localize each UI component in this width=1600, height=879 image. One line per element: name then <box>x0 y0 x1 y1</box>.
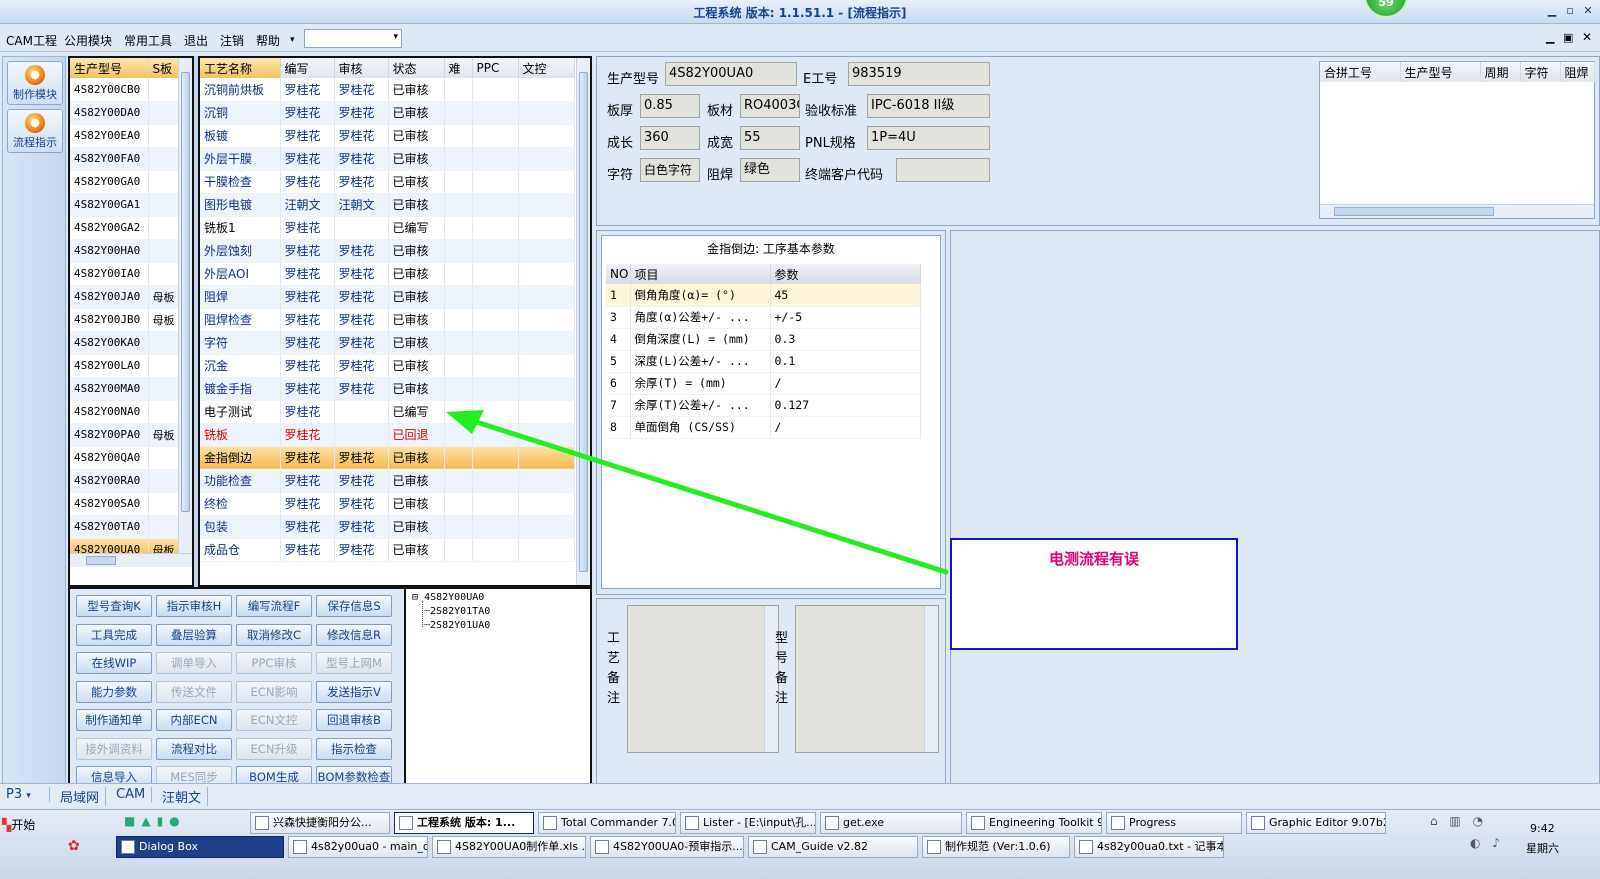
taskbar-item-label: get.exe <box>843 816 885 829</box>
taskbar-item[interactable]: 兴森快捷衡阳分公... <box>250 812 390 834</box>
taskbar-item[interactable]: CAM_Guide v2.82 <box>748 836 918 858</box>
app-icon <box>399 816 413 830</box>
taskbar-item-label: Graphic Editor 9.07b2... <box>1269 816 1385 829</box>
status-tab-label: P3 <box>6 787 23 802</box>
clock[interactable]: 9:42 <box>1530 822 1555 835</box>
taskbar-item[interactable]: 4s82y00ua0 - main_qa <box>288 836 428 858</box>
windows-icon: ▚ <box>2 818 12 832</box>
quicklaunch-icon[interactable]: ✿ <box>68 838 80 854</box>
taskbar-item-label: Progress <box>1129 816 1176 829</box>
taskbar-item-label: Total Commander 7.0... <box>561 816 675 829</box>
taskbar: ▚开始 ■▲▮● ✿ 兴森快捷衡阳分公... 工程系统 版本: 1... Total… <box>0 809 1600 879</box>
taskbar-item-label: 4S82Y00UA0制作单.xls ... <box>455 840 586 853</box>
app-icon <box>543 816 557 830</box>
app-icon <box>1251 816 1265 830</box>
annotation-arrow <box>446 410 949 575</box>
app-icon <box>927 840 941 854</box>
taskbar-item[interactable]: Dialog Box <box>116 836 284 858</box>
taskbar-item-label: 4s82y00ua0 - main_qa <box>311 840 428 853</box>
app-icon <box>293 840 307 854</box>
taskbar-item[interactable]: 4s82y00ua0.txt - 记事本 <box>1074 836 1224 858</box>
taskbar-item[interactable]: get.exe <box>820 812 962 834</box>
tray-icons-row2[interactable]: ◐ ♪ <box>1470 836 1504 850</box>
app-icon <box>753 840 767 854</box>
status-tab-cam[interactable]: CAM <box>110 787 153 802</box>
taskbar-item[interactable]: Graphic Editor 9.07b2... <box>1246 812 1386 834</box>
day-label: 星期六 <box>1526 842 1559 855</box>
taskbar-item[interactable]: Progress <box>1106 812 1242 834</box>
chevron-down-icon: ▾ <box>26 791 31 801</box>
app-icon <box>121 840 135 854</box>
status-tab-user[interactable]: 汪朝文 <box>156 787 209 806</box>
taskbar-item[interactable]: 工程系统 版本: 1... <box>394 812 534 834</box>
app-icon <box>685 816 699 830</box>
taskbar-item[interactable]: Lister - [E:\input\孔... <box>680 812 816 834</box>
app-icon <box>595 840 609 854</box>
taskbar-item-label: Lister - [E:\input\孔... <box>703 816 816 829</box>
taskbar-item[interactable]: Engineering Toolkit 9.... <box>966 812 1102 834</box>
taskbar-item[interactable]: 4S82Y00UA0-预审指示.... <box>590 836 744 858</box>
status-tab-lan[interactable]: 局域网 <box>54 787 107 806</box>
taskbar-item-label: 4s82y00ua0.txt - 记事本 <box>1097 840 1224 853</box>
status-bar: P3 ▾ 局域网 CAM 汪朝文 <box>0 783 1600 807</box>
tray-icons[interactable]: ⌂ ▥ ◔ <box>1430 814 1487 828</box>
taskbar-item-label: Engineering Toolkit 9.... <box>989 816 1101 829</box>
app-icon <box>971 816 985 830</box>
status-tab-p3[interactable]: P3 ▾ <box>0 787 50 802</box>
taskbar-item-label: 4S82Y00UA0-预审指示.... <box>613 840 744 853</box>
taskbar-item-label: 工程系统 版本: 1... <box>417 816 516 829</box>
app-icon <box>255 816 269 830</box>
start-label: 开始 <box>11 818 36 832</box>
taskbar-item[interactable]: 4S82Y00UA0制作单.xls ... <box>432 836 586 858</box>
app-icon <box>437 840 451 854</box>
taskbar-item[interactable]: Total Commander 7.0... <box>538 812 676 834</box>
taskbar-item-label: CAM_Guide v2.82 <box>771 840 868 853</box>
taskbar-item-label: 兴森快捷衡阳分公... <box>273 816 372 829</box>
app-icon <box>1111 816 1125 830</box>
app-icon <box>1079 840 1093 854</box>
taskbar-item[interactable]: 制作规范 (Ver:1.0.6) <box>922 836 1070 858</box>
start-button[interactable]: ▚开始 <box>2 814 50 836</box>
app-icon <box>825 816 839 830</box>
taskbar-item-label: 制作规范 (Ver:1.0.6) <box>945 840 1051 853</box>
quicklaunch-icons[interactable]: ■▲▮● <box>124 814 186 828</box>
taskbar-item-label: Dialog Box <box>139 840 198 853</box>
